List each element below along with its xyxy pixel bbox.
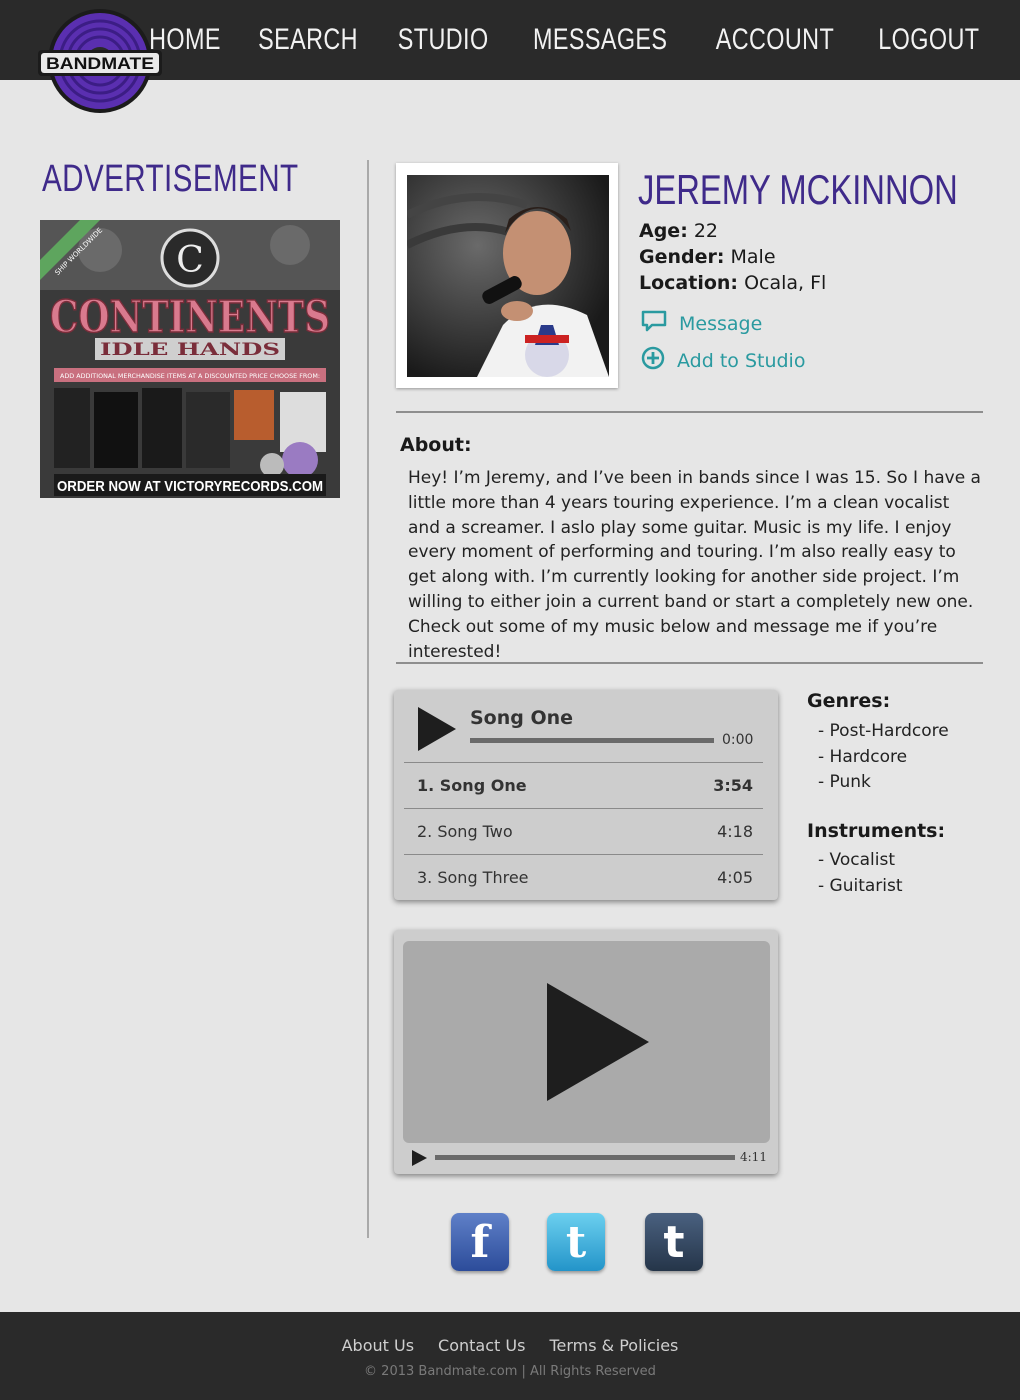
instruments-heading: Instruments: bbox=[807, 820, 946, 842]
track-item[interactable]: 3. Song Three 4:05 bbox=[404, 854, 763, 900]
nav-logout[interactable]: LOGOUT bbox=[879, 23, 980, 57]
footer-copyright: © 2013 Bandmate.com | All Rights Reserve… bbox=[364, 1364, 656, 1379]
profile-photo-frame bbox=[396, 163, 618, 388]
genres-heading: Genres: bbox=[807, 690, 891, 712]
age-value: 22 bbox=[693, 220, 719, 242]
age-label: Age: bbox=[639, 220, 688, 242]
add-to-studio-label: Add to Studio bbox=[677, 349, 806, 372]
nav-account[interactable]: ACCOUNT bbox=[716, 23, 834, 57]
logo-text: BANDMATE bbox=[46, 54, 154, 73]
location-label: Location: bbox=[639, 272, 739, 294]
about-heading: About: bbox=[400, 434, 472, 456]
nav-search[interactable]: SEARCH bbox=[258, 23, 358, 57]
video-screen[interactable] bbox=[403, 941, 770, 1143]
svg-text:C: C bbox=[176, 240, 204, 281]
track-title: 3. Song Three bbox=[417, 868, 529, 887]
speech-bubble-icon bbox=[641, 310, 667, 337]
message-label: Message bbox=[679, 312, 763, 335]
track-duration: 4:05 bbox=[717, 868, 753, 887]
footer-about-link[interactable]: About Us bbox=[342, 1336, 414, 1355]
add-to-studio-button[interactable]: Add to Studio bbox=[641, 346, 805, 375]
footer-links: About Us Contact Us Terms & Policies bbox=[0, 1336, 1020, 1355]
footer: About Us Contact Us Terms & Policies © 2… bbox=[0, 1312, 1020, 1400]
location-row: Location: Ocala, Fl bbox=[639, 270, 826, 296]
video-progress-bar[interactable] bbox=[435, 1155, 735, 1160]
footer-contact-link[interactable]: Contact Us bbox=[438, 1336, 525, 1355]
column-divider bbox=[367, 160, 369, 1238]
nav-messages[interactable]: MESSAGES bbox=[533, 23, 667, 57]
track-duration: 3:54 bbox=[713, 776, 753, 795]
track-item[interactable]: 2. Song Two 4:18 bbox=[404, 808, 763, 854]
audio-elapsed-time: 0:00 bbox=[722, 732, 754, 748]
audio-progress-bar[interactable] bbox=[470, 738, 714, 743]
bandmate-logo[interactable]: BANDMATE bbox=[36, 8, 164, 114]
genre-item: - Hardcore bbox=[818, 746, 908, 767]
divider-top bbox=[396, 411, 983, 413]
video-duration: 4:11 bbox=[740, 1150, 767, 1164]
age-row: Age: 22 bbox=[639, 218, 826, 244]
tumblr-glyph: t bbox=[663, 1216, 685, 1268]
advertisement-banner[interactable]: C SHIP WORLDWIDE CONTINENTS IDLE HANDS A… bbox=[40, 220, 340, 498]
main-nav: HOME SEARCH STUDIO MESSAGES ACCOUNT LOGO… bbox=[149, 0, 984, 80]
play-icon[interactable] bbox=[418, 707, 456, 751]
video-player: 4:11 bbox=[394, 930, 778, 1174]
facebook-glyph: f bbox=[470, 1216, 490, 1268]
ad-tagline: ADD ADDITIONAL MERCHANDISE ITEMS AT A DI… bbox=[60, 373, 320, 380]
genre-item: - Post-Hardcore bbox=[818, 721, 949, 741]
instrument-item: - Guitarist bbox=[818, 875, 903, 896]
ad-band-name: CONTINENTS bbox=[50, 292, 330, 343]
profile-name: JEREMY MCKINNON bbox=[638, 166, 958, 213]
plus-circle-icon bbox=[641, 346, 665, 375]
gender-value: Male bbox=[730, 246, 776, 268]
instrument-item: - Vocalist bbox=[818, 850, 895, 870]
profile-info: Age: 22 Gender: Male Location: Ocala, Fl bbox=[639, 218, 826, 296]
location-value: Ocala, Fl bbox=[744, 272, 827, 294]
facebook-icon[interactable]: f bbox=[451, 1213, 509, 1271]
track-item[interactable]: 1. Song One 3:54 bbox=[404, 762, 763, 808]
ad-album-name: IDLE HANDS bbox=[100, 340, 280, 360]
gender-row: Gender: Male bbox=[639, 244, 826, 270]
divider-bottom bbox=[396, 662, 983, 664]
genres-list: - Post-Hardcore - Hardcore - Punk bbox=[818, 719, 949, 796]
twitter-glyph: t bbox=[565, 1216, 587, 1268]
profile-photo bbox=[407, 175, 609, 377]
instruments-list: - Vocalist - Guitarist bbox=[818, 848, 903, 899]
nav-studio[interactable]: STUDIO bbox=[398, 23, 489, 57]
ad-title: ADVERTISEMENT bbox=[42, 158, 299, 200]
gender-label: Gender: bbox=[639, 246, 725, 268]
twitter-icon[interactable]: t bbox=[547, 1213, 605, 1271]
footer-terms-link[interactable]: Terms & Policies bbox=[549, 1336, 678, 1355]
tumblr-icon[interactable]: t bbox=[645, 1213, 703, 1271]
track-title: 2. Song Two bbox=[417, 822, 513, 841]
message-button[interactable]: Message bbox=[641, 310, 762, 337]
track-title: 1. Song One bbox=[417, 776, 527, 795]
genre-item: - Punk bbox=[818, 772, 871, 792]
video-small-play-icon[interactable] bbox=[412, 1150, 427, 1166]
about-text: Hey! I’m Jeremy, and I’ve been in bands … bbox=[408, 468, 981, 662]
ad-cta: ORDER NOW AT VICTORYRECORDS.COM bbox=[57, 478, 323, 495]
now-playing-title: Song One bbox=[470, 707, 574, 729]
video-play-icon[interactable] bbox=[547, 983, 649, 1101]
audio-player: Song One 0:00 1. Song One 3:54 2. Song T… bbox=[394, 690, 778, 900]
track-duration: 4:18 bbox=[717, 822, 753, 841]
